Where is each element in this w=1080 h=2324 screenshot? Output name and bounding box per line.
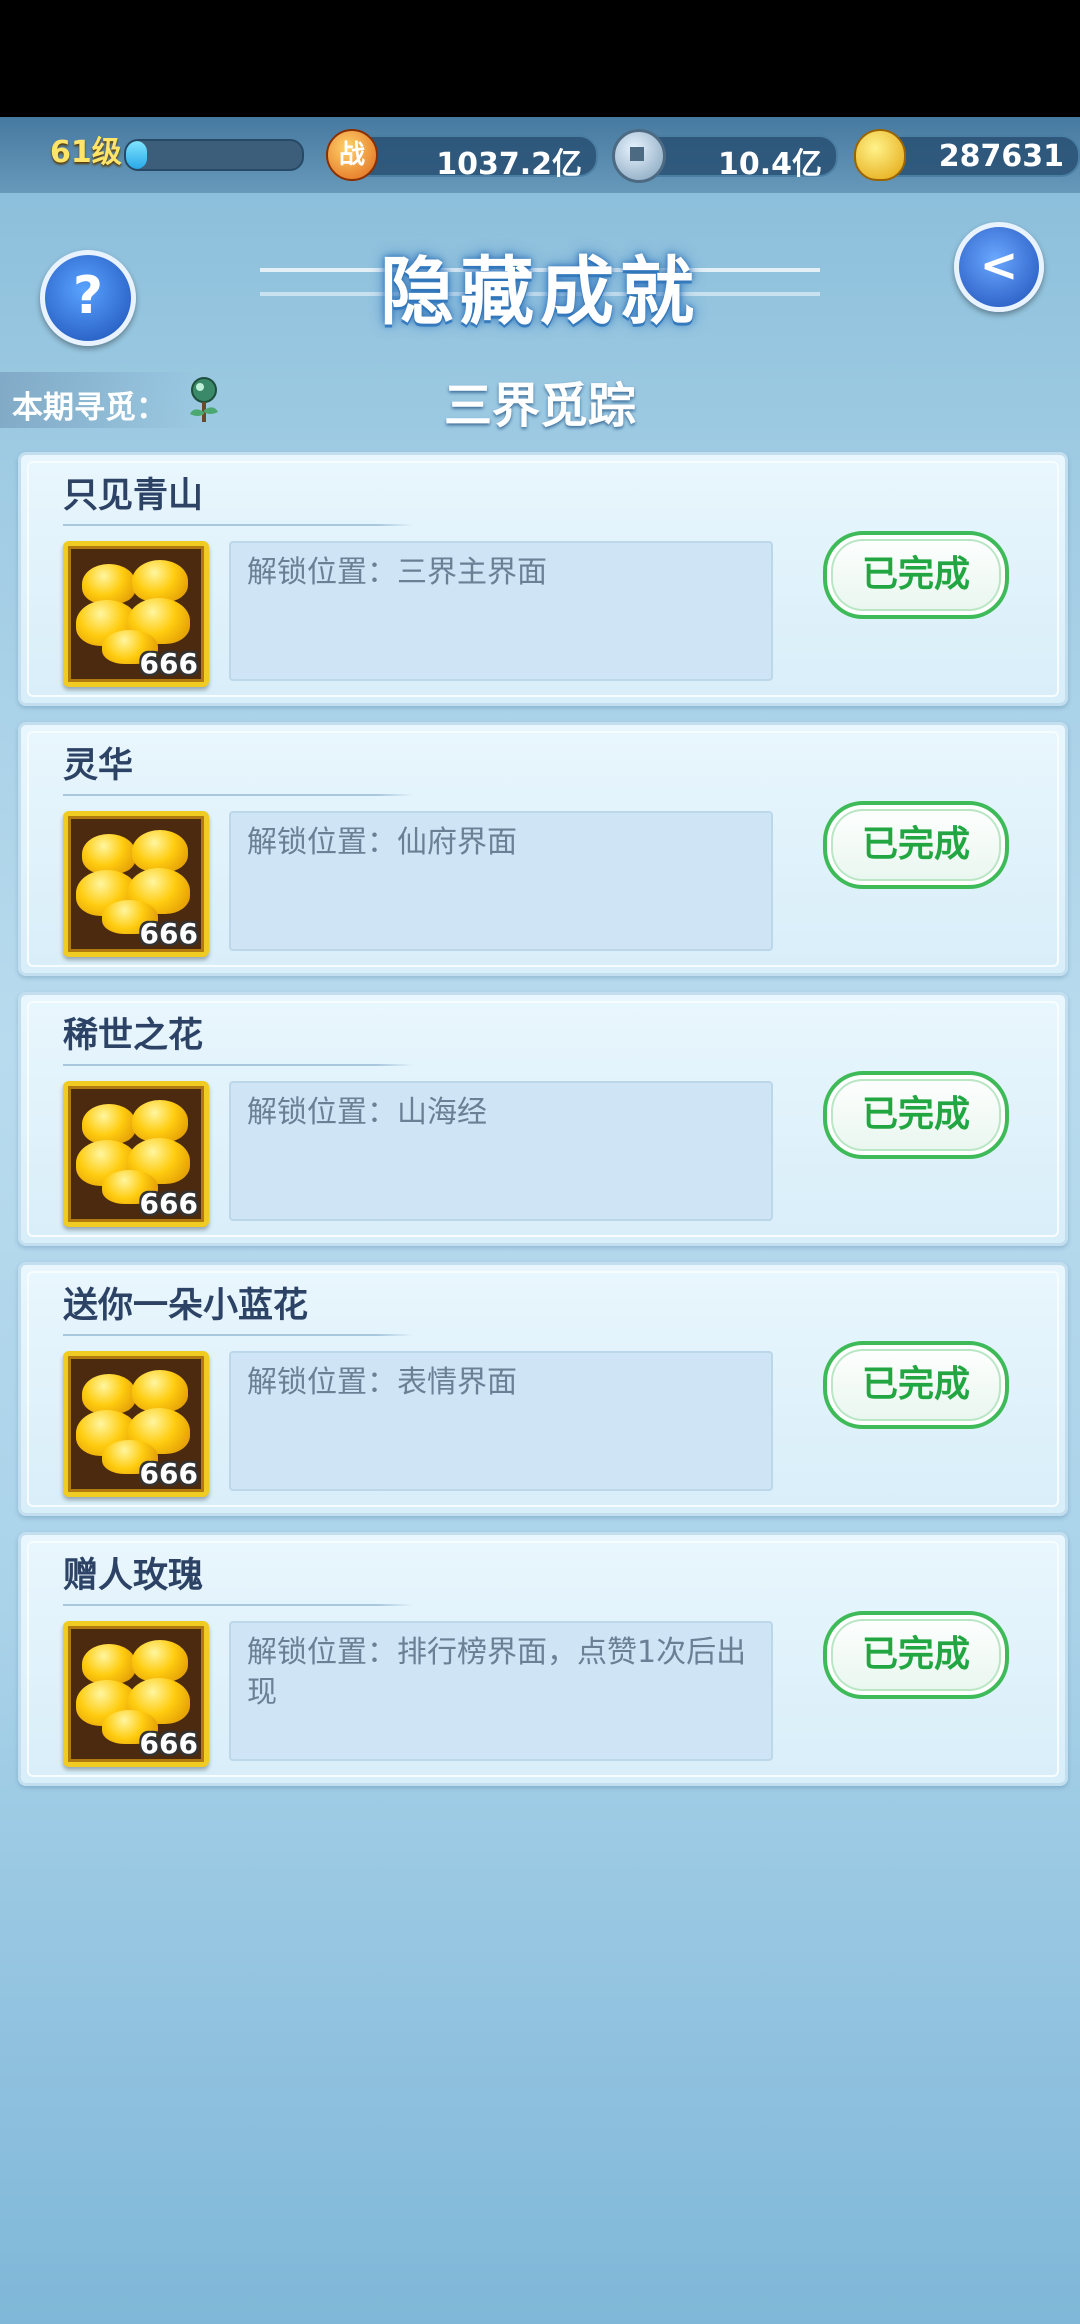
reward-item[interactable]: 666: [63, 541, 209, 687]
page-title: 隐藏成就: [380, 249, 700, 335]
copper-coin-icon: [612, 129, 666, 183]
achievement-title: 送你一朵小蓝花: [63, 1286, 309, 1326]
gold-ingot-icon: [132, 830, 188, 872]
reward-count: 666: [139, 1727, 198, 1760]
title-divider: [63, 1334, 413, 1336]
unlock-description: 解锁位置：排行榜界面，点赞1次后出现: [247, 1635, 747, 1710]
completed-button[interactable]: 已完成: [823, 1611, 1009, 1699]
gold-ingot-icon: [132, 1640, 188, 1682]
ingot-pill: 287631: [876, 135, 1080, 177]
completed-button[interactable]: 已完成: [823, 1341, 1009, 1429]
gold-ingot-icon: [82, 1644, 136, 1684]
unlock-description: 解锁位置：山海经: [247, 1095, 487, 1130]
unlock-description-box: 解锁位置：三界主界面: [229, 541, 773, 681]
gold-ingot-icon: [82, 1374, 136, 1414]
resource-bar: 61级 1037.2亿 战 10.4亿 287631: [0, 117, 1080, 193]
exp-fill: [126, 141, 148, 169]
title-divider: [63, 794, 413, 796]
gold-ingot-icon: [854, 129, 906, 181]
title-divider: [63, 1604, 413, 1606]
unlock-description-box: 解锁位置：仙府界面: [229, 811, 773, 951]
coin-value: 10.4亿: [717, 147, 822, 182]
title-divider: [63, 524, 413, 526]
achievement-title: 只见青山: [63, 476, 204, 516]
reward-item[interactable]: 666: [63, 1621, 209, 1767]
completed-button[interactable]: 已完成: [823, 801, 1009, 889]
reward-item[interactable]: 666: [63, 1351, 209, 1497]
exp-bar: [124, 139, 304, 171]
gold-ingot-icon: [82, 1104, 136, 1144]
unlock-description-box: 解锁位置：排行榜界面，点赞1次后出现: [229, 1621, 773, 1761]
power-pill: 1037.2亿: [350, 135, 598, 182]
reward-item[interactable]: 666: [63, 1081, 209, 1227]
achievement-card: 只见青山 666 解锁位置：三界主界面 已完成: [18, 452, 1068, 706]
unlock-description: 解锁位置：表情界面: [247, 1365, 517, 1400]
achievement-card: 赠人玫瑰 666 解锁位置：排行榜界面，点赞1次后出现 已完成: [18, 1532, 1068, 1786]
gold-ingot-icon: [82, 834, 136, 874]
completed-button[interactable]: 已完成: [823, 531, 1009, 619]
unlock-description: 解锁位置：仙府界面: [247, 825, 517, 860]
achievement-title: 灵华: [63, 746, 134, 786]
unlock-description-box: 解锁位置：表情界面: [229, 1351, 773, 1491]
completed-button[interactable]: 已完成: [823, 1071, 1009, 1159]
status-bar: [0, 0, 1080, 117]
ingot-value: 287631: [938, 139, 1064, 174]
reward-item[interactable]: 666: [63, 811, 209, 957]
battle-power-icon: 战: [326, 129, 378, 181]
achievement-title: 稀世之花: [63, 1016, 204, 1056]
unlock-description-box: 解锁位置：山海经: [229, 1081, 773, 1221]
gold-ingot-icon: [82, 564, 136, 604]
title-divider: [63, 1064, 413, 1066]
gold-ingot-icon: [132, 1100, 188, 1142]
reward-count: 666: [139, 647, 198, 680]
period-name: 三界觅踪: [443, 378, 636, 434]
power-value: 1037.2亿: [436, 147, 582, 182]
achievement-card: 送你一朵小蓝花 666 解锁位置：表情界面 已完成: [18, 1262, 1068, 1516]
reward-count: 666: [139, 1457, 198, 1490]
player-level: 61级: [50, 135, 122, 170]
achievement-card: 稀世之花 666 解锁位置：山海经 已完成: [18, 992, 1068, 1246]
achievement-title: 赠人玫瑰: [63, 1556, 204, 1596]
back-button[interactable]: <: [954, 222, 1044, 312]
gold-ingot-icon: [132, 1370, 188, 1412]
reward-count: 666: [139, 917, 198, 950]
gold-ingot-icon: [132, 560, 188, 602]
unlock-description: 解锁位置：三界主界面: [247, 555, 547, 590]
achievement-card: 灵华 666 解锁位置：仙府界面 已完成: [18, 722, 1068, 976]
reward-count: 666: [139, 1187, 198, 1220]
